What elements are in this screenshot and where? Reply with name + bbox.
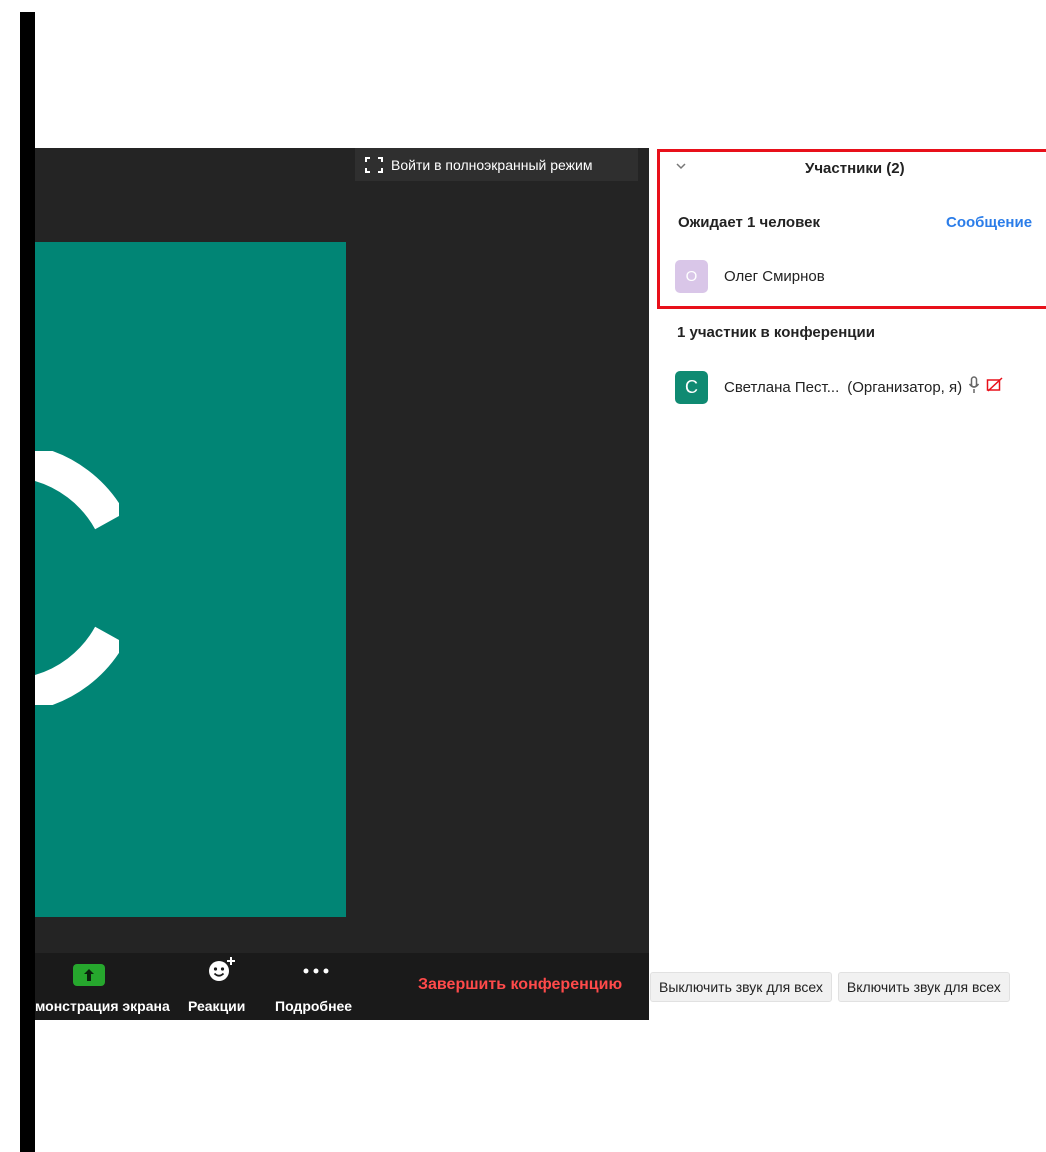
mute-all-button[interactable]: Выключить звук для всех	[650, 972, 832, 1002]
left-edge-bar	[20, 12, 35, 1152]
in-conference-label: 1 участник в конференции	[677, 324, 875, 341]
chevron-down-icon[interactable]	[675, 160, 687, 172]
participant-name: Светлана Пест...	[724, 378, 840, 396]
more-label[interactable]: Подробнее	[275, 998, 352, 1014]
participant-name: Олег Смирнов	[724, 267, 825, 285]
more-icon[interactable]	[303, 961, 329, 974]
share-screen-label[interactable]: монстрация экрана	[35, 998, 170, 1014]
fullscreen-icon	[365, 156, 383, 173]
share-screen-button[interactable]	[73, 964, 105, 986]
microphone-icon[interactable]	[968, 376, 980, 398]
participant-row[interactable]: С Светлана Пест... (Организатор, я)	[675, 370, 1004, 404]
panel-header: Участники (2)	[675, 160, 1046, 180]
arrow-up-icon	[84, 969, 94, 981]
meeting-toolbar: монстрация экрана Реакции Подробнее Заве…	[35, 953, 649, 1020]
participant-avatar-tile	[35, 242, 346, 917]
reactions-label[interactable]: Реакции	[188, 998, 245, 1014]
unmute-all-button[interactable]: Включить звук для всех	[837, 972, 1010, 1002]
avatar: С	[675, 370, 708, 404]
avatar-letter-graphic	[35, 451, 119, 705]
waiting-room-label: Ожидает 1 человек	[678, 214, 820, 231]
panel-footer: Выключить звук для всех Включить звук дл…	[650, 972, 1010, 1002]
end-meeting-button[interactable]: Завершить конференцию	[418, 976, 622, 994]
waiting-participant-row[interactable]: О Олег Смирнов	[675, 259, 825, 293]
video-off-icon[interactable]	[986, 377, 1004, 397]
fullscreen-button[interactable]: Войти в полноэкранный режим	[355, 148, 638, 181]
participant-role: (Организатор, я)	[847, 378, 963, 396]
avatar: О	[675, 259, 708, 293]
video-area: Войти в полноэкранный режим монстрация э…	[35, 148, 649, 1020]
message-button[interactable]: Сообщение	[946, 214, 1032, 231]
reactions-icon[interactable]	[207, 955, 237, 983]
panel-title: Участники (2)	[805, 160, 905, 177]
fullscreen-label: Войти в полноэкранный режим	[391, 156, 593, 173]
